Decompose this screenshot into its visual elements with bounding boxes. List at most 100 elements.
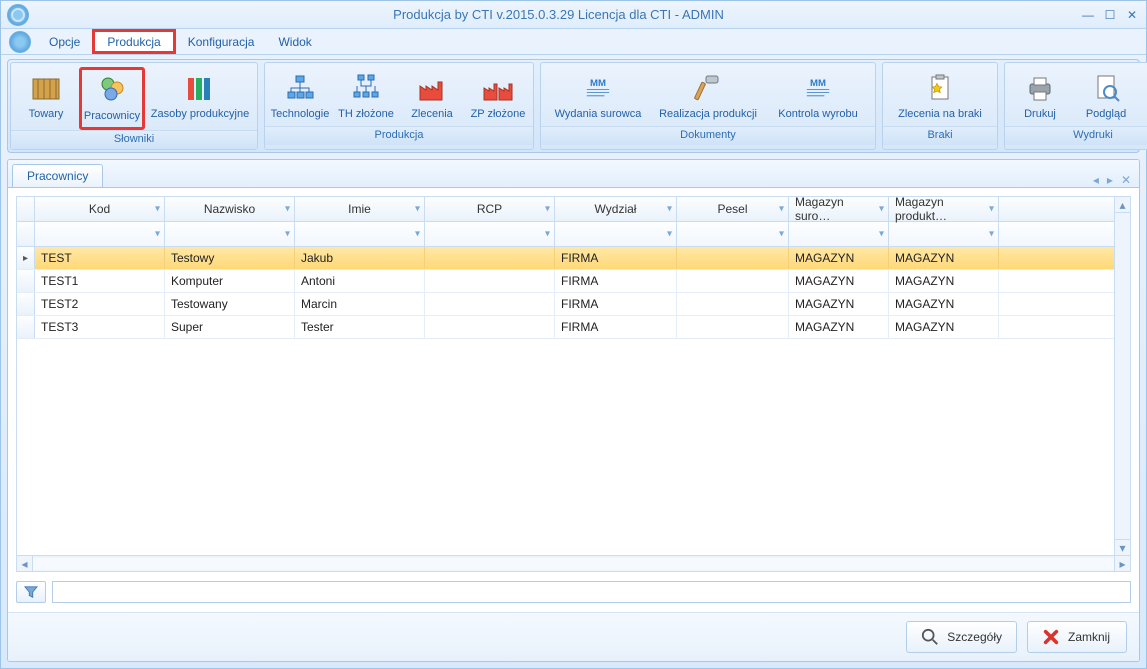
mm-doc2-icon: MM bbox=[802, 72, 834, 104]
vertical-scrollbar[interactable]: ▴ ▾ bbox=[1114, 197, 1130, 555]
col-pesel[interactable]: Pesel▾ bbox=[677, 197, 789, 221]
ribbon-th-zlozone[interactable]: TH złożone bbox=[333, 67, 399, 126]
close-button[interactable]: ✕ bbox=[1124, 8, 1140, 22]
minimize-button[interactable]: — bbox=[1080, 8, 1096, 22]
svg-text:MM: MM bbox=[590, 78, 606, 89]
filter-icon[interactable]: ▾ bbox=[779, 204, 784, 215]
table-row[interactable]: ▸ TEST Testowy Jakub FIRMA MAGAZYN MAGAZ… bbox=[17, 247, 1130, 270]
filter-magprod[interactable]: ▾ bbox=[889, 222, 999, 246]
app-menu-icon[interactable] bbox=[3, 29, 37, 55]
ribbon-export-excel[interactable]: X bbox=[1139, 67, 1147, 126]
menu-produkcja[interactable]: Produkcja bbox=[92, 29, 175, 54]
filter-icon[interactable]: ▾ bbox=[285, 229, 290, 240]
factories-icon bbox=[482, 72, 514, 104]
content-area: Pracownicy ◂ ▸ ✕ Kod▾ Nazwisko▾ Imie▾ RC… bbox=[7, 159, 1140, 662]
ribbon-drukuj[interactable]: Drukuj bbox=[1007, 67, 1073, 126]
grid-header: Kod▾ Nazwisko▾ Imie▾ RCP▾ Wydział▾ Pesel… bbox=[17, 197, 1130, 222]
group-label-slowniki: Słowniki bbox=[11, 130, 257, 149]
col-kod[interactable]: Kod▾ bbox=[35, 197, 165, 221]
ribbon-zlecenia[interactable]: Zlecenia bbox=[399, 67, 465, 126]
scroll-down-icon[interactable]: ▾ bbox=[1115, 539, 1130, 555]
col-imie[interactable]: Imie▾ bbox=[295, 197, 425, 221]
col-magazyn-surowca[interactable]: Magazyn suro…▾ bbox=[789, 197, 889, 221]
scroll-left-icon[interactable]: ◂ bbox=[17, 556, 33, 572]
table-row[interactable]: TEST3 Super Tester FIRMA MAGAZYN MAGAZYN bbox=[17, 316, 1130, 339]
crate-icon bbox=[30, 72, 62, 104]
ribbon-zasoby[interactable]: Zasoby produkcyjne bbox=[145, 67, 255, 130]
scroll-track[interactable] bbox=[33, 558, 1114, 570]
col-wydzial[interactable]: Wydział▾ bbox=[555, 197, 677, 221]
filter-kod[interactable]: ▾ bbox=[35, 222, 165, 246]
table-row[interactable]: TEST1 Komputer Antoni FIRMA MAGAZYN MAGA… bbox=[17, 270, 1130, 293]
filter-icon[interactable]: ▾ bbox=[415, 204, 420, 215]
tab-strip: Pracownicy ◂ ▸ ✕ bbox=[8, 160, 1139, 188]
tab-prev[interactable]: ◂ bbox=[1089, 173, 1103, 187]
ribbon-zlecenia-na-braki[interactable]: Zlecenia na braki bbox=[885, 67, 995, 126]
filter-icon[interactable]: ▾ bbox=[545, 229, 550, 240]
ribbon-pracownicy[interactable]: Pracownicy bbox=[79, 67, 145, 130]
row-indicator-icon: ▸ bbox=[17, 247, 35, 269]
menu-konfiguracja[interactable]: Konfiguracja bbox=[176, 29, 267, 54]
group-label-dokumenty: Dokumenty bbox=[541, 126, 875, 145]
org-chart-icon bbox=[284, 72, 316, 104]
ribbon-group-slowniki: Towary Pracownicy Zasoby produkcyjne Sło… bbox=[10, 62, 258, 150]
ribbon-realizacja-produkcji[interactable]: Realizacja produkcji bbox=[653, 67, 763, 126]
filter-imie[interactable]: ▾ bbox=[295, 222, 425, 246]
ribbon-group-wydruki: Drukuj Podgląd X Wydruki bbox=[1004, 62, 1147, 150]
col-magazyn-produktu[interactable]: Magazyn produkt…▾ bbox=[889, 197, 999, 221]
clipboard-star-icon bbox=[924, 72, 956, 104]
filter-button[interactable] bbox=[16, 581, 46, 603]
funnel-icon bbox=[24, 585, 38, 599]
details-button[interactable]: Szczegóły bbox=[906, 621, 1017, 653]
table-row[interactable]: TEST2 Testowany Marcin FIRMA MAGAZYN MAG… bbox=[17, 293, 1130, 316]
ribbon-wydania-surowca[interactable]: MM Wydania surowca bbox=[543, 67, 653, 126]
filter-pesel[interactable]: ▾ bbox=[677, 222, 789, 246]
filter-icon[interactable]: ▾ bbox=[879, 204, 884, 215]
menu-widok[interactable]: Widok bbox=[266, 29, 323, 54]
action-buttons: Szczegóły Zamknij bbox=[8, 612, 1139, 661]
tab-pracownicy[interactable]: Pracownicy bbox=[12, 164, 103, 187]
col-nazwisko[interactable]: Nazwisko▾ bbox=[165, 197, 295, 221]
filter-icon[interactable]: ▾ bbox=[667, 229, 672, 240]
tab-next[interactable]: ▸ bbox=[1103, 173, 1117, 187]
title-bar: Produkcja by CTI v.2015.0.3.29 Licencja … bbox=[1, 1, 1146, 29]
filter-nazwisko[interactable]: ▾ bbox=[165, 222, 295, 246]
filter-wydzial[interactable]: ▾ bbox=[555, 222, 677, 246]
factory-icon bbox=[416, 72, 448, 104]
filter-icon[interactable]: ▾ bbox=[779, 229, 784, 240]
filter-icon[interactable]: ▾ bbox=[545, 204, 550, 215]
filter-rcp[interactable]: ▾ bbox=[425, 222, 555, 246]
grid-filter-row: ▾ ▾ ▾ ▾ ▾ ▾ ▾ ▾ bbox=[17, 222, 1130, 247]
ribbon-kontrola-wyrobu[interactable]: MM Kontrola wyrobu bbox=[763, 67, 873, 126]
filter-icon[interactable]: ▾ bbox=[989, 229, 994, 240]
menu-opcje[interactable]: Opcje bbox=[37, 29, 92, 54]
ribbon-podglad[interactable]: Podgląd bbox=[1073, 67, 1139, 126]
ribbon-towary[interactable]: Towary bbox=[13, 67, 79, 130]
scroll-right-icon[interactable]: ▸ bbox=[1114, 556, 1130, 572]
row-marker-filter bbox=[17, 222, 35, 246]
close-panel-button[interactable]: Zamknij bbox=[1027, 621, 1127, 653]
hammer-icon bbox=[692, 72, 724, 104]
ribbon-technologie[interactable]: Technologie bbox=[267, 67, 333, 126]
filter-input[interactable] bbox=[52, 581, 1131, 603]
filter-icon[interactable]: ▾ bbox=[667, 204, 672, 215]
x-icon bbox=[1042, 628, 1060, 646]
people-icon bbox=[96, 74, 128, 106]
horizontal-scrollbar[interactable]: ◂ ▸ bbox=[17, 555, 1130, 571]
ribbon-group-dokumenty: MM Wydania surowca Realizacja produkcji … bbox=[540, 62, 876, 150]
scroll-up-icon[interactable]: ▴ bbox=[1115, 197, 1130, 213]
tab-close[interactable]: ✕ bbox=[1117, 173, 1135, 187]
maximize-button[interactable]: ☐ bbox=[1102, 8, 1118, 22]
col-rcp[interactable]: RCP▾ bbox=[425, 197, 555, 221]
ribbon-group-produkcja: Technologie TH złożone Zlecenia ZP złożo… bbox=[264, 62, 534, 150]
filter-icon[interactable]: ▾ bbox=[155, 204, 160, 215]
filter-icon[interactable]: ▾ bbox=[285, 204, 290, 215]
ribbon-group-braki: Zlecenia na braki Braki bbox=[882, 62, 998, 150]
filter-icon[interactable]: ▾ bbox=[155, 229, 160, 240]
filter-icon[interactable]: ▾ bbox=[415, 229, 420, 240]
filter-magsuro[interactable]: ▾ bbox=[789, 222, 889, 246]
ribbon-zp-zlozone[interactable]: ZP złożone bbox=[465, 67, 531, 126]
filter-icon[interactable]: ▾ bbox=[879, 229, 884, 240]
binders-icon bbox=[184, 72, 216, 104]
filter-icon[interactable]: ▾ bbox=[989, 204, 994, 215]
